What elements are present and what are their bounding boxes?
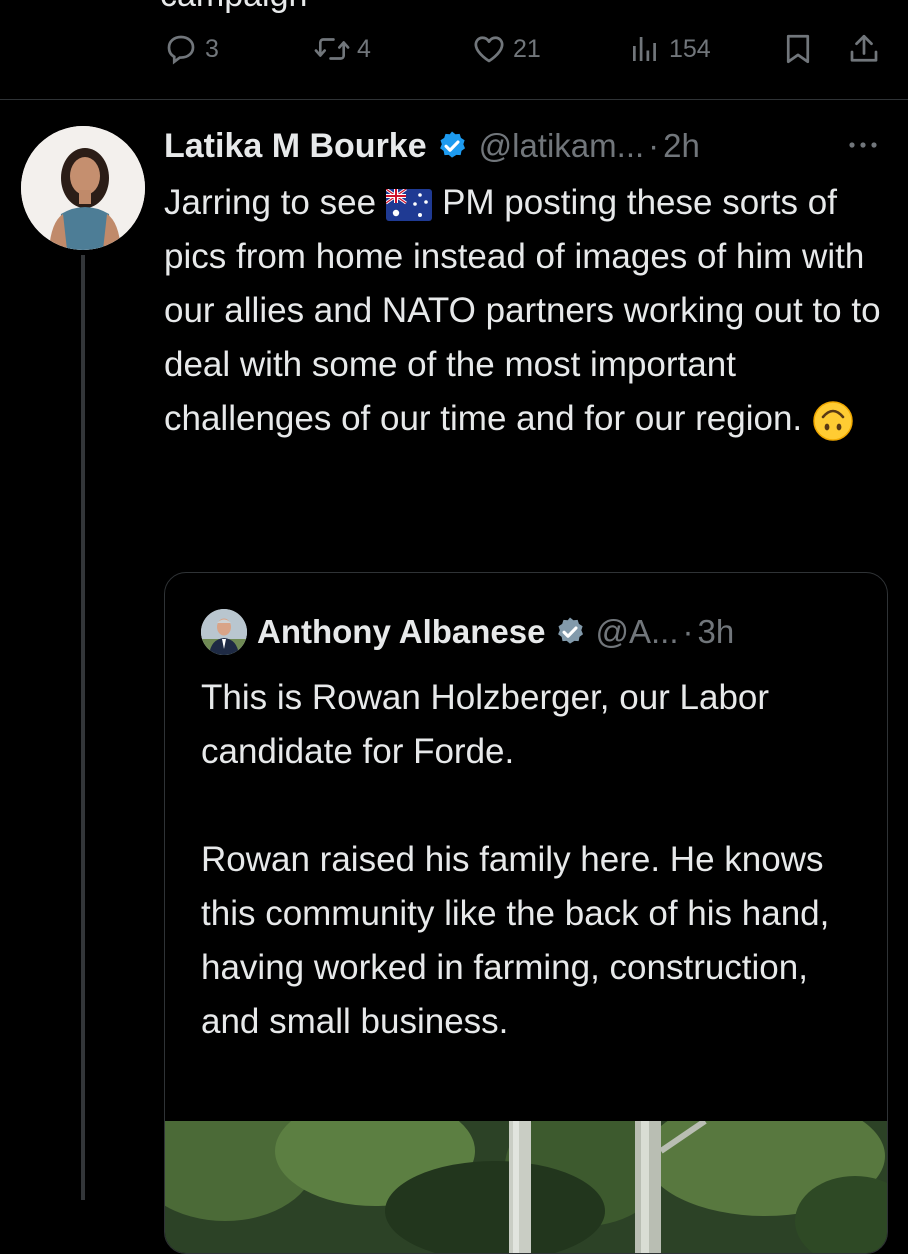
quoted-tweet-header: Anthony Albanese @A... · 3h	[257, 610, 734, 654]
quoted-tweet-photo[interactable]	[165, 1121, 887, 1253]
tweet-body: Jarring to see PM posting these sorts of…	[164, 176, 884, 446]
tweet-timestamp[interactable]: 2h	[663, 127, 700, 165]
australia-flag-icon	[386, 188, 433, 221]
quoted-author-avatar-image	[201, 609, 247, 655]
tweet-divider	[0, 99, 908, 100]
author-avatar-image	[21, 126, 145, 250]
share-icon	[850, 34, 878, 62]
verified-badge-icon	[439, 131, 465, 158]
repost-icon	[314, 38, 350, 60]
quoted-author-name[interactable]: Anthony Albanese	[257, 613, 545, 651]
views-count: 154	[669, 34, 711, 63]
quoted-tweet-timestamp[interactable]: 3h	[698, 613, 735, 651]
upside-down-face-icon	[813, 401, 853, 441]
tweet-header: Latika M Bourke @latikam... · 2h	[164, 124, 700, 168]
views-button[interactable]: 154	[627, 26, 711, 72]
repost-button[interactable]: 4	[313, 26, 371, 72]
reply-icon	[167, 35, 195, 65]
bookmark-button[interactable]	[780, 26, 816, 72]
quoted-photo-image	[165, 1121, 887, 1253]
reply-count: 3	[205, 34, 219, 63]
previous-tweet-action-bar: 3 4 21 154	[0, 26, 908, 72]
quoted-tweet-card[interactable]: Anthony Albanese @A... · 3h This is Rowa…	[164, 572, 888, 1254]
repost-count: 4	[357, 34, 371, 63]
share-button[interactable]	[846, 26, 882, 72]
author-handle[interactable]: @latikam...	[479, 127, 645, 165]
more-options-button[interactable]	[846, 130, 880, 160]
reply-button[interactable]: 3	[163, 26, 219, 72]
quoted-paragraph-2: Rowan raised his family here. He knows t…	[201, 840, 830, 1041]
quoted-author-avatar[interactable]	[201, 609, 247, 655]
tweet-text-start: Jarring to see	[164, 183, 377, 222]
quoted-paragraph-1: This is Rowan Holzberger, our Labor cand…	[201, 678, 770, 771]
quoted-author-handle[interactable]: @A...	[595, 613, 678, 651]
views-chart-icon	[633, 37, 656, 61]
like-count: 21	[513, 34, 541, 63]
quoted-meta-separator: ·	[682, 613, 694, 650]
thread-line	[81, 255, 85, 1200]
meta-separator: ·	[648, 127, 660, 164]
author-avatar[interactable]	[21, 126, 145, 250]
heart-icon	[474, 36, 504, 63]
quoted-tweet-body: This is Rowan Holzberger, our Labor cand…	[201, 671, 861, 1049]
author-name[interactable]: Latika M Bourke	[164, 127, 427, 166]
government-verified-badge-icon	[558, 617, 584, 644]
bookmark-icon	[786, 34, 810, 64]
previous-tweet-text: campaign	[160, 0, 307, 15]
more-dots-icon	[849, 142, 877, 148]
like-button[interactable]: 21	[471, 26, 541, 72]
